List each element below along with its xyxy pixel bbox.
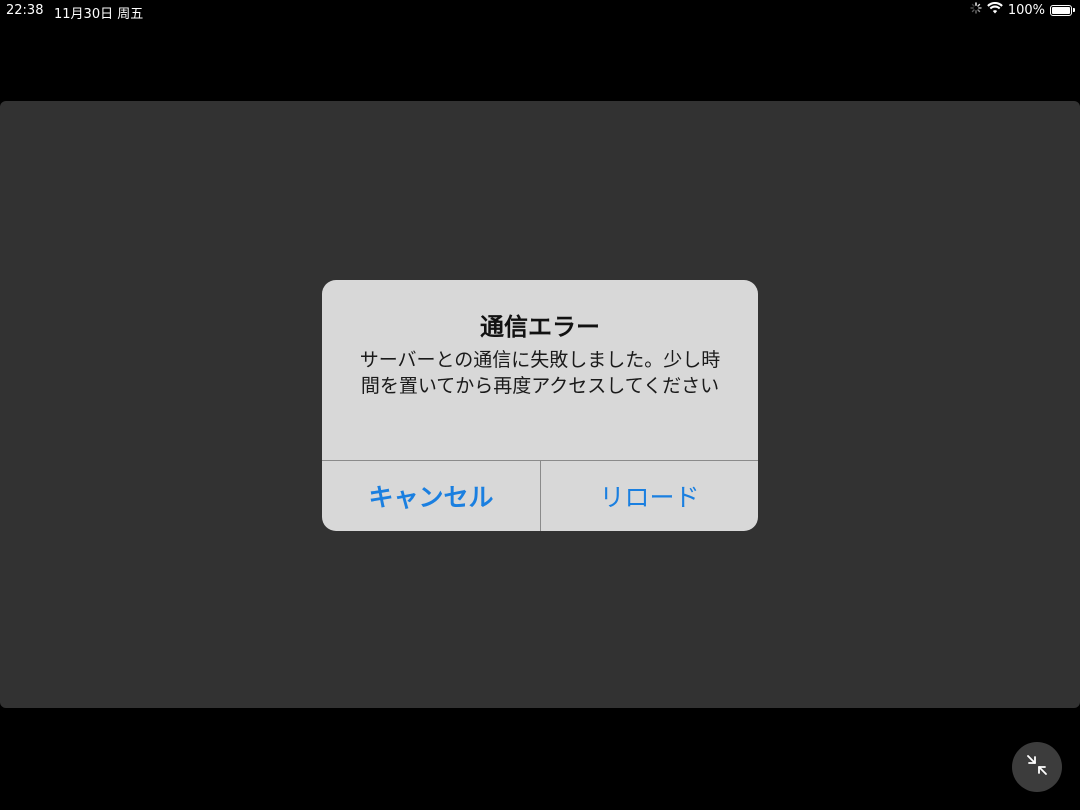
- status-indicators: 100%: [970, 1, 1075, 18]
- battery-percent: 100%: [1007, 2, 1045, 18]
- alert-body: 通信エラー サーバーとの通信に失敗しました。少し時間を置いてから再度アクセスして…: [322, 280, 758, 460]
- alert-message: サーバーとの通信に失敗しました。少し時間を置いてから再度アクセスしてください: [359, 349, 721, 397]
- battery-fill: [1052, 6, 1070, 14]
- wifi-icon: [987, 1, 1003, 18]
- battery-icon: [1050, 4, 1075, 16]
- status-bar: 22:38 11月30日 周五 100%: [0, 0, 1080, 22]
- activity-spinner-icon: [970, 2, 982, 18]
- alert-title: 通信エラー: [480, 313, 600, 341]
- collapse-button[interactable]: [1012, 742, 1062, 792]
- error-alert-dialog: 通信エラー サーバーとの通信に失敗しました。少し時間を置いてから再度アクセスして…: [322, 280, 758, 531]
- status-time: 22:38: [6, 3, 44, 18]
- collapse-arrows-icon: [1025, 753, 1049, 781]
- reload-button[interactable]: リロード: [541, 461, 758, 531]
- status-date: 11月30日 周五: [54, 7, 144, 22]
- cancel-button[interactable]: キャンセル: [322, 461, 540, 531]
